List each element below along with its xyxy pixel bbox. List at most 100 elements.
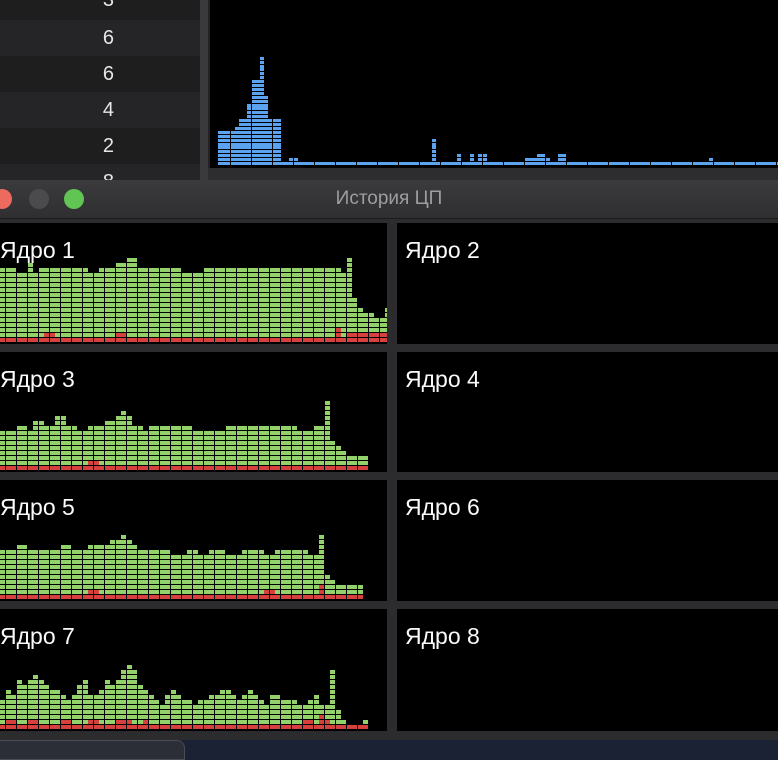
user-load-cell xyxy=(110,700,115,704)
user-load-cell xyxy=(44,705,49,709)
user-load-cell xyxy=(159,303,165,307)
user-load-cell xyxy=(192,303,198,307)
user-load-cell xyxy=(99,560,104,564)
user-load-cell xyxy=(143,565,148,569)
user-load-cell xyxy=(126,665,132,669)
user-load-cell xyxy=(22,685,27,689)
table-row[interactable]: 4 xyxy=(0,92,200,128)
user-load-cell xyxy=(16,715,22,719)
user-load-cell xyxy=(324,273,330,277)
user-load-cell xyxy=(143,456,148,460)
user-load-cell xyxy=(49,323,55,327)
user-load-cell xyxy=(286,700,291,704)
user-load-cell xyxy=(170,323,176,327)
table-row[interactable]: 6 xyxy=(0,56,200,92)
user-load-cell xyxy=(187,446,192,450)
user-load-cell xyxy=(99,590,104,594)
user-load-cell xyxy=(165,441,170,445)
user-load-cell xyxy=(247,441,253,445)
user-load-cell xyxy=(291,323,297,327)
user-load-cell xyxy=(269,580,275,584)
table-row[interactable]: 3 xyxy=(0,0,200,18)
user-load-cell xyxy=(209,555,214,559)
split-divider[interactable] xyxy=(200,0,208,180)
user-load-cell xyxy=(253,313,258,317)
user-load-cell xyxy=(236,456,242,460)
system-load-cell xyxy=(11,466,16,470)
user-load-cell xyxy=(176,436,181,440)
user-load-cell xyxy=(88,323,93,327)
user-load-cell xyxy=(33,555,38,559)
process-table[interactable]: 3 6 6 4 2 8 xyxy=(0,0,200,200)
user-load-cell xyxy=(132,263,137,267)
user-load-cell xyxy=(126,441,132,445)
user-load-cell xyxy=(22,456,27,460)
window-titlebar[interactable]: История ЦП xyxy=(0,180,778,219)
user-load-cell xyxy=(286,278,291,282)
user-load-cell xyxy=(203,451,209,455)
user-load-cell xyxy=(55,560,60,564)
system-load-cell xyxy=(176,466,181,470)
user-load-cell xyxy=(203,441,209,445)
system-load-cell xyxy=(379,338,385,342)
user-load-cell xyxy=(60,303,66,307)
user-load-cell xyxy=(148,700,154,704)
user-load-cell xyxy=(324,406,330,410)
user-load-cell xyxy=(27,441,33,445)
system-load-cell xyxy=(77,725,82,729)
user-load-cell xyxy=(93,436,99,440)
user-load-cell xyxy=(374,323,379,327)
user-load-cell xyxy=(5,441,11,445)
system-load-cell xyxy=(66,720,71,724)
user-load-cell xyxy=(154,333,159,337)
user-load-cell xyxy=(198,715,203,719)
user-load-cell xyxy=(170,333,176,337)
system-load-cell xyxy=(132,338,137,342)
user-load-cell xyxy=(110,545,115,549)
user-load-cell xyxy=(137,436,143,440)
table-row[interactable]: 6 xyxy=(0,20,200,56)
system-load-cell xyxy=(159,725,165,729)
system-load-cell xyxy=(44,595,49,599)
user-load-cell xyxy=(154,323,159,327)
user-load-cell xyxy=(126,436,132,440)
user-load-cell xyxy=(165,436,170,440)
user-load-cell xyxy=(148,585,154,589)
table-row[interactable]: 2 xyxy=(0,128,200,164)
user-load-cell xyxy=(220,690,225,694)
user-load-cell xyxy=(82,328,88,332)
user-load-cell xyxy=(335,710,341,714)
user-load-cell xyxy=(214,715,220,719)
user-load-cell xyxy=(165,273,170,277)
user-load-cell xyxy=(154,288,159,292)
user-load-cell xyxy=(242,298,247,302)
user-load-cell xyxy=(203,700,209,704)
user-load-cell xyxy=(242,318,247,322)
user-load-cell xyxy=(126,540,132,544)
user-load-cell xyxy=(242,720,247,724)
user-load-cell xyxy=(346,278,352,282)
user-load-cell xyxy=(176,283,181,287)
user-load-cell xyxy=(60,710,66,714)
user-load-cell xyxy=(297,555,302,559)
user-load-cell xyxy=(115,416,121,420)
user-load-cell xyxy=(22,308,27,312)
user-load-cell xyxy=(253,461,258,465)
system-load-cell xyxy=(286,725,291,729)
user-load-cell xyxy=(143,695,148,699)
user-load-cell xyxy=(99,446,104,450)
user-load-cell xyxy=(5,456,11,460)
system-load-cell xyxy=(341,466,346,470)
user-load-cell xyxy=(5,461,11,465)
user-load-cell xyxy=(203,585,209,589)
user-load-cell xyxy=(324,318,330,322)
user-load-cell xyxy=(187,560,192,564)
user-load-cell xyxy=(297,288,302,292)
user-load-cell xyxy=(176,565,181,569)
user-load-cell xyxy=(33,585,38,589)
user-load-cell xyxy=(71,705,77,709)
user-load-cell xyxy=(126,700,132,704)
system-load-cell xyxy=(346,725,352,729)
desktop-window-tab[interactable] xyxy=(0,740,185,760)
history-cell xyxy=(276,119,281,123)
